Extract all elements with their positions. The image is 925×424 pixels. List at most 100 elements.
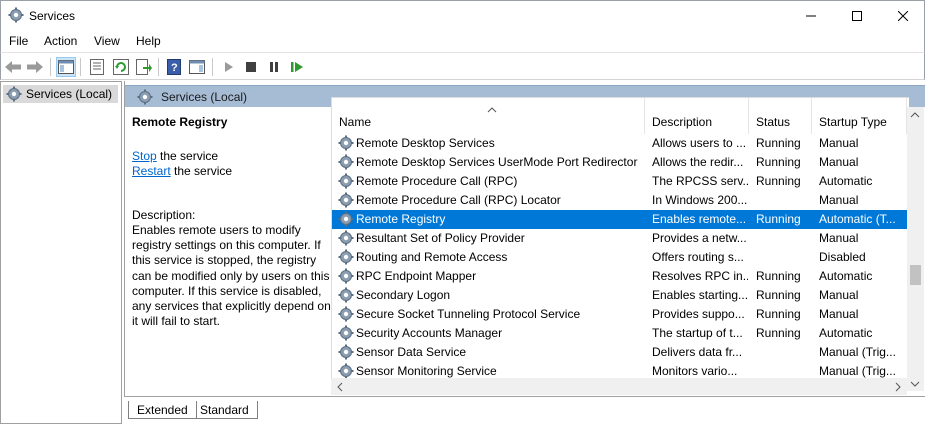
vertical-scrollbar[interactable]	[907, 107, 924, 391]
export-list-icon[interactable]	[134, 57, 154, 77]
column-header-status[interactable]: Status	[749, 98, 812, 134]
table-row[interactable]: Remote Registry Enables remote... Running A…	[332, 210, 908, 229]
service-startup-type-cell: Manual	[819, 231, 859, 245]
stop-link-suffix: the service	[156, 149, 219, 163]
show-hide-console-tree-icon[interactable]	[56, 57, 76, 77]
service-name-cell: Sensor Data Service	[356, 345, 467, 359]
scroll-right-icon[interactable]	[895, 382, 901, 392]
service-name-cell: Remote Registry	[356, 212, 446, 226]
scroll-left-icon[interactable]	[337, 382, 343, 392]
vertical-scroll-thumb[interactable]	[910, 265, 921, 285]
service-name-cell: Secondary Logon	[356, 288, 451, 302]
service-description-cell: Provides a netw...	[652, 231, 747, 245]
properties-icon[interactable]	[87, 57, 107, 77]
pause-service-icon[interactable]	[264, 57, 284, 77]
menu-file[interactable]: File	[9, 34, 28, 48]
service-startup-type-cell: Manual	[819, 193, 859, 207]
stop-service-icon[interactable]	[241, 57, 261, 77]
service-gear-icon	[338, 192, 354, 208]
scroll-down-icon[interactable]	[910, 381, 920, 387]
service-startup-type-cell: Manual (Trig...	[819, 364, 896, 378]
services-gear-icon	[6, 86, 22, 102]
service-gear-icon	[338, 268, 354, 284]
horizontal-scrollbar[interactable]	[331, 378, 907, 395]
service-startup-type-cell: Manual (Trig...	[819, 345, 896, 359]
menu-help[interactable]: Help	[136, 34, 161, 48]
service-gear-icon	[338, 325, 354, 341]
menu-view[interactable]: View	[94, 34, 120, 48]
maximize-button[interactable]	[834, 1, 880, 31]
restart-link-row: Restart the service	[132, 164, 232, 178]
service-description-cell: Monitors vario...	[652, 364, 738, 378]
table-row[interactable]: RPC Endpoint Mapper Resolves RPC in... Run…	[332, 267, 908, 286]
service-name-cell: Routing and Remote Access	[356, 250, 508, 264]
tab-extended[interactable]: Extended	[128, 401, 197, 419]
table-row[interactable]: Remote Procedure Call (RPC) The RPCSS ser…	[332, 172, 908, 191]
column-header-name[interactable]: Name	[332, 98, 645, 134]
stop-service-link[interactable]: Stop	[132, 149, 157, 163]
toolbar-separator	[80, 58, 81, 76]
table-row[interactable]: Remote Desktop Services Allows users to .…	[332, 134, 908, 153]
back-icon[interactable]	[3, 57, 23, 77]
service-gear-icon	[338, 249, 354, 265]
tab-standard[interactable]: Standard	[192, 401, 258, 419]
service-description-cell: The RPCSS serv...	[652, 174, 748, 188]
minimize-button[interactable]	[788, 1, 834, 31]
close-button[interactable]	[880, 1, 925, 31]
table-row[interactable]: Security Accounts Manager The startup of …	[332, 324, 908, 343]
service-description-cell: Allows the redir...	[652, 155, 744, 169]
tree-item-services-local[interactable]: Services (Local)	[3, 85, 118, 103]
service-gear-icon	[338, 363, 354, 379]
service-gear-icon	[338, 344, 354, 360]
table-row[interactable]: Resultant Set of Policy Provider Provides…	[332, 229, 908, 248]
menu-action[interactable]: Action	[44, 34, 77, 48]
service-gear-icon	[338, 211, 354, 227]
service-startup-type-cell: Manual	[819, 136, 859, 150]
console-tree: Services (Local)	[0, 81, 122, 424]
forward-icon[interactable]	[25, 57, 45, 77]
toolbar: ?	[0, 52, 925, 80]
toolbar-separator	[50, 58, 51, 76]
help-icon[interactable]: ?	[164, 57, 184, 77]
service-name-cell: Remote Desktop Services	[356, 136, 495, 150]
selected-service-name: Remote Registry	[132, 115, 228, 129]
service-status-cell: Running	[756, 307, 801, 321]
table-row[interactable]: Routing and Remote Access Offers routing …	[332, 248, 908, 267]
view-tabs: Extended Standard	[124, 396, 925, 424]
service-description-cell: Offers routing s...	[652, 250, 744, 264]
show-hide-action-pane-icon[interactable]	[187, 57, 207, 77]
service-startup-type-cell: Manual	[819, 307, 859, 321]
service-description-cell: Provides suppo...	[652, 307, 745, 321]
services-gear-icon	[137, 89, 153, 105]
scroll-up-icon[interactable]	[910, 112, 920, 118]
services-list: Name Description Status Startup Type Rem…	[331, 97, 909, 392]
table-row[interactable]: Secondary Logon Enables starting... Runnin…	[332, 286, 908, 305]
service-description-cell: In Windows 200...	[652, 193, 748, 207]
service-status-cell: Running	[756, 155, 801, 169]
refresh-icon[interactable]	[111, 57, 131, 77]
column-header-description[interactable]: Description	[645, 98, 749, 134]
services-gear-icon	[8, 7, 24, 23]
table-row[interactable]: Sensor Data Service Delivers data fr... Ma…	[332, 343, 908, 362]
service-gear-icon	[338, 287, 354, 303]
maximize-icon	[852, 11, 862, 21]
start-service-icon[interactable]	[219, 57, 239, 77]
service-name-cell: Remote Procedure Call (RPC) Locator	[356, 193, 561, 207]
table-row[interactable]: Secure Socket Tunneling Protocol Service…	[332, 305, 908, 324]
service-name-cell: Resultant Set of Policy Provider	[356, 231, 525, 245]
table-row[interactable]: Remote Desktop Services UserMode Port Re…	[332, 153, 908, 172]
restart-service-link[interactable]: Restart	[132, 164, 171, 178]
table-row[interactable]: Remote Procedure Call (RPC) Locator In Wi…	[332, 191, 908, 210]
service-status-cell: Running	[756, 269, 801, 283]
service-description-cell: The startup of t...	[652, 326, 743, 340]
service-name-cell: Remote Procedure Call (RPC)	[356, 174, 518, 188]
restart-service-icon[interactable]	[287, 57, 307, 77]
toolbar-separator	[212, 58, 213, 76]
service-name-cell: Sensor Monitoring Service	[356, 364, 497, 378]
column-header-label: Name	[339, 115, 372, 129]
column-header-startup-type[interactable]: Startup Type	[812, 98, 907, 134]
service-name-cell: Remote Desktop Services UserMode Port Re…	[356, 155, 638, 169]
close-icon	[898, 11, 908, 21]
service-startup-type-cell: Manual	[819, 155, 859, 169]
service-description-cell: Delivers data fr...	[652, 345, 743, 359]
